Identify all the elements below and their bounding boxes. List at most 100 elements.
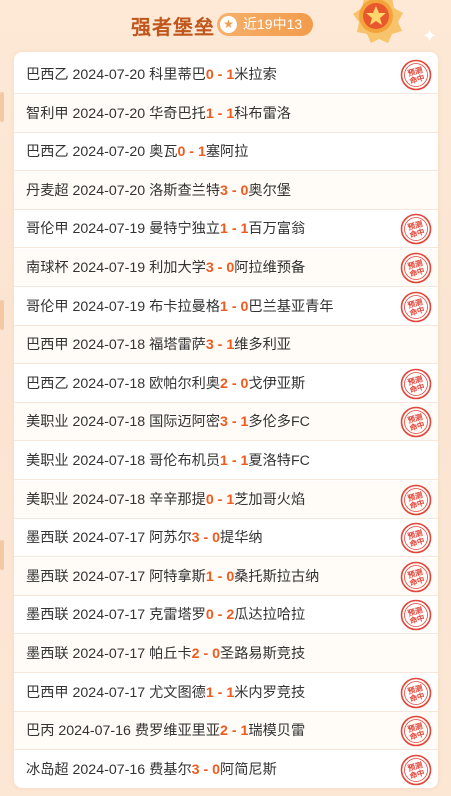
sparkle-icon: ✦	[422, 26, 438, 46]
score: 3 - 0	[206, 260, 234, 276]
prediction-hit-stamp: 预测命中	[400, 484, 432, 516]
header: 强者堡垒 ★ 近19中13 ✦	[0, 0, 451, 52]
match-row[interactable]: 丹麦超 2024-07-20 洛斯查兰特3 - 0奥尔堡	[14, 172, 438, 210]
score: 1 - 0	[220, 299, 248, 315]
match-date: 2024-07-18	[72, 453, 146, 469]
match-date: 2024-07-19	[72, 260, 146, 276]
match-date: 2024-07-17	[72, 607, 146, 623]
away-team: 提华纳	[220, 530, 263, 546]
away-team: 多伦多FC	[248, 414, 310, 430]
league-name: 巴丙	[26, 723, 55, 739]
home-score: 0	[205, 67, 214, 83]
away-score: 0	[212, 530, 221, 546]
away-team: 桑托斯拉古纳	[234, 569, 320, 585]
medal-icon	[353, 0, 403, 43]
home-score: 3	[191, 762, 200, 778]
match-row[interactable]: 巴西甲 2024-07-18 福塔雷萨3 - 1维多利亚	[14, 326, 438, 364]
match-date: 2024-07-17	[72, 646, 146, 662]
away-team: 圣路易斯竞技	[220, 646, 306, 662]
match-date: 2024-07-18	[72, 337, 146, 353]
home-score: 3	[205, 260, 214, 276]
home-score: 1	[205, 106, 214, 122]
home-team: 克雷塔罗	[149, 607, 206, 623]
match-row[interactable]: 墨西联 2024-07-17 克雷塔罗0 - 2瓜达拉哈拉 预测 命中	[14, 596, 438, 634]
match-date: 2024-07-16	[72, 762, 146, 778]
score-dash: -	[213, 607, 227, 623]
match-date: 2024-07-17	[72, 685, 146, 701]
match-date: 2024-07-20	[72, 106, 146, 122]
home-team: 阿苏尔	[149, 530, 192, 546]
match-row[interactable]: 哥伦甲 2024-07-19 布卡拉曼格1 - 0巴兰基亚青年 预测 命中	[14, 288, 438, 326]
away-score: 0	[212, 646, 221, 662]
score: 1 - 1	[206, 685, 234, 701]
match-row[interactable]: 美职业 2024-07-18 国际迈阿密3 - 1多伦多FC 预测 命中	[14, 403, 438, 441]
home-score: 0	[205, 492, 214, 508]
match-date: 2024-07-20	[72, 67, 146, 83]
prediction-hit-stamp: 预测命中	[400, 406, 432, 438]
home-team: 哥伦布机员	[149, 453, 221, 469]
home-team: 尤文图德	[149, 685, 206, 701]
score-dash: -	[213, 492, 227, 508]
star-icon: ★	[220, 16, 237, 33]
home-score: 1	[220, 299, 228, 315]
page-title: 强者堡垒	[131, 17, 215, 39]
prediction-hit-stamp: 预测命中	[400, 715, 432, 747]
home-team: 辛辛那提	[149, 492, 206, 508]
match-row[interactable]: 巴西甲 2024-07-17 尤文图德1 - 1米内罗竞技 预测 命中	[14, 674, 438, 712]
league-name: 哥伦甲	[26, 221, 69, 237]
match-list: 巴西乙 2024-07-20 科里蒂巴0 - 1米拉索 预测 命中 智利甲 2024-…	[14, 52, 438, 788]
match-row[interactable]: 墨西联 2024-07-17 阿特拿斯1 - 0桑托斯拉古纳 预测 命中	[14, 558, 438, 596]
match-row[interactable]: 智利甲 2024-07-20 华奇巴托1 - 1科布雷洛	[14, 95, 438, 133]
home-team: 利加大学	[149, 260, 206, 276]
match-row[interactable]: 巴西乙 2024-07-20 奥瓦0 - 1塞阿拉	[14, 133, 438, 171]
match-date: 2024-07-17	[72, 569, 146, 585]
league-name: 丹麦超	[26, 183, 69, 199]
match-row[interactable]: 巴西乙 2024-07-20 科里蒂巴0 - 1米拉索 预测 命中	[14, 56, 438, 94]
match-row[interactable]: 南球杯 2024-07-19 利加大学3 - 0阿拉维预备 预测 命中	[14, 249, 438, 287]
home-team: 奥瓦	[149, 144, 178, 160]
match-row[interactable]: 巴西乙 2024-07-18 欧帕尔利奥2 - 0戈伊亚斯 预测 命中	[14, 365, 438, 403]
home-score: 2	[220, 723, 228, 739]
match-date: 2024-07-18	[72, 492, 146, 508]
away-team: 芝加哥火焰	[234, 492, 306, 508]
league-name: 美职业	[26, 453, 69, 469]
home-score: 1	[220, 453, 228, 469]
home-score: 2	[191, 646, 200, 662]
home-score: 0	[205, 607, 214, 623]
home-team: 布卡拉曼格	[149, 299, 221, 315]
score: 3 - 0	[220, 183, 248, 199]
home-team: 欧帕尔利奥	[149, 376, 221, 392]
match-row[interactable]: 美职业 2024-07-18 辛辛那提0 - 1芝加哥火焰 预测 命中	[14, 481, 438, 519]
score: 0 - 1	[177, 144, 205, 160]
record-badge: ★ 近19中13	[217, 13, 313, 36]
home-team: 洛斯查兰特	[149, 183, 221, 199]
home-score: 3	[205, 337, 214, 353]
prediction-hit-stamp: 预测命中	[400, 599, 432, 631]
league-name: 美职业	[26, 414, 69, 430]
league-name: 巴西乙	[26, 67, 69, 83]
match-row[interactable]: 巴丙 2024-07-16 费罗维亚里亚2 - 1瑞模贝雷 预测 命中	[14, 712, 438, 750]
home-team: 华奇巴托	[149, 106, 206, 122]
home-team: 费罗维亚里亚	[134, 723, 221, 739]
match-row[interactable]: 冰岛超 2024-07-16 费基尔3 - 0阿简尼斯 预测 命中	[14, 751, 438, 788]
home-score: 3	[220, 414, 228, 430]
score-dash: -	[185, 144, 198, 160]
match-date: 2024-07-18	[72, 376, 146, 392]
match-row[interactable]: 墨西联 2024-07-17 阿苏尔3 - 0提华纳 预测 命中	[14, 519, 438, 557]
match-row[interactable]: 哥伦甲 2024-07-19 曼特宁独立1 - 1百万富翁 预测 命中	[14, 210, 438, 248]
home-score: 2	[220, 376, 228, 392]
match-date: 2024-07-19	[72, 299, 146, 315]
score: 0 - 2	[206, 607, 234, 623]
score: 2 - 0	[220, 376, 248, 392]
league-name: 墨西联	[26, 607, 69, 623]
match-row[interactable]: 美职业 2024-07-18 哥伦布机员1 - 1夏洛特FC	[14, 442, 438, 480]
league-name: 巴西乙	[26, 144, 69, 160]
away-team: 阿拉维预备	[234, 260, 306, 276]
league-name: 美职业	[26, 492, 69, 508]
home-team: 帕丘卡	[149, 646, 192, 662]
score-dash: -	[199, 646, 213, 662]
left-decoration	[0, 540, 4, 570]
away-team: 巴兰基亚青年	[248, 299, 334, 315]
match-row[interactable]: 墨西联 2024-07-17 帕丘卡2 - 0圣路易斯竞技	[14, 635, 438, 673]
score: 0 - 1	[206, 67, 234, 83]
